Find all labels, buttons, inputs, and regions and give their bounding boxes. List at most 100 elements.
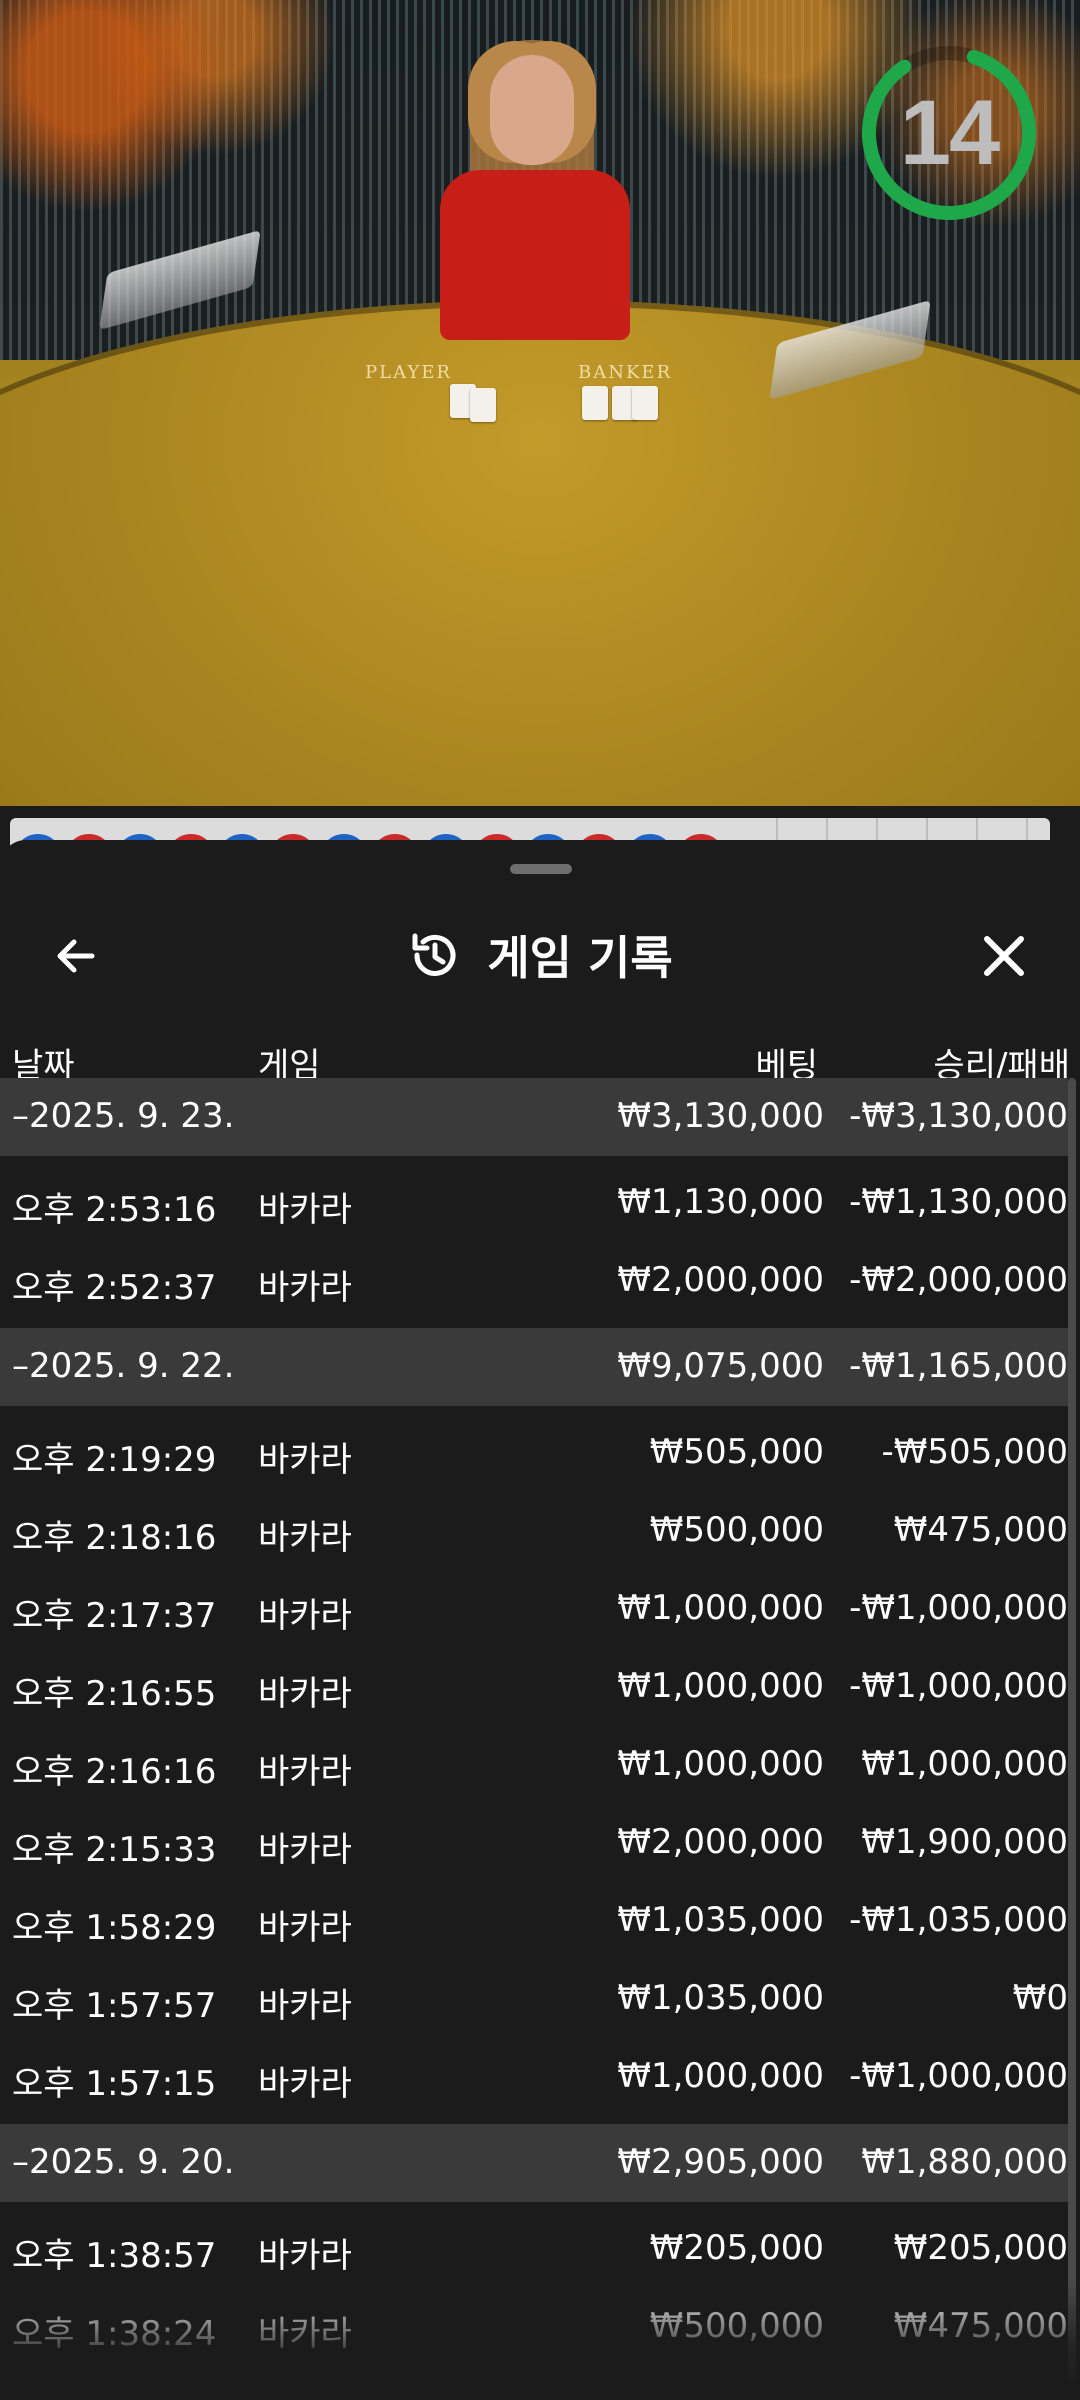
row-time: 오후 2:53:16	[12, 1190, 217, 1230]
row-bet: ₩505,000	[649, 1432, 824, 1472]
banker-card	[582, 386, 608, 420]
group-bet-total: ₩9,075,000	[617, 1346, 824, 1386]
row-result: -₩505,000	[881, 1432, 1069, 1472]
row-game: 바카라	[258, 1674, 352, 1714]
date-group-row[interactable]: –2025. 9. 22. ₩9,075,000 -₩1,165,000	[0, 1328, 1068, 1406]
row-result: ₩475,000	[893, 2306, 1068, 2346]
row-time: 오후 2:16:55	[12, 1674, 217, 1714]
date-group-row[interactable]: –2025. 9. 20. ₩2,905,000 ₩1,880,000	[0, 2124, 1068, 2202]
sheet-header: 게임 기록	[0, 900, 1080, 1010]
row-result: ₩0	[1012, 1978, 1068, 2018]
history-row[interactable]: 오후 1:57:57 바카라 ₩1,035,000 ₩0	[0, 1960, 1068, 2038]
history-row[interactable]: 오후 1:58:29 바카라 ₩1,035,000 -₩1,035,000	[0, 1882, 1068, 1960]
row-result: -₩1,130,000	[849, 1182, 1068, 1222]
history-list[interactable]: –2025. 9. 23. ₩3,130,000 -₩3,130,000 오후 2:5…	[0, 1078, 1068, 2374]
row-time: 오후 1:38:24	[12, 2314, 217, 2354]
row-time: 오후 2:16:16	[12, 1752, 217, 1792]
group-bet-total: ₩2,905,000	[617, 2142, 824, 2182]
date-group-row[interactable]: –2025. 9. 23. ₩3,130,000 -₩3,130,000	[0, 1078, 1068, 1156]
row-game: 바카라	[258, 2064, 352, 2104]
row-result: ₩1,900,000	[861, 1822, 1068, 1862]
row-result: -₩2,000,000	[849, 1260, 1068, 1300]
group-result-total: ₩1,880,000	[861, 2142, 1068, 2182]
row-bet: ₩500,000	[649, 1510, 824, 1550]
dealer	[440, 170, 630, 340]
row-game: 바카라	[258, 1440, 352, 1480]
group-bet-total: ₩3,130,000	[617, 1096, 824, 1136]
game-history-sheet: 게임 기록 날짜 게임 베팅 승리/패배 –2025. 9. 23. ₩3,130…	[0, 840, 1080, 2400]
row-time: 오후 2:19:29	[12, 1440, 217, 1480]
row-bet: ₩500,000	[649, 2306, 824, 2346]
history-row[interactable]: 오후 2:18:16 바카라 ₩500,000 ₩475,000	[0, 1492, 1068, 1570]
sheet-title: 게임 기록	[487, 931, 673, 985]
row-time: 오후 2:15:33	[12, 1830, 217, 1870]
history-row[interactable]: 오후 2:16:55 바카라 ₩1,000,000 -₩1,000,000	[0, 1648, 1068, 1726]
row-bet: ₩2,000,000	[617, 1822, 824, 1862]
back-button[interactable]	[40, 920, 112, 992]
history-row[interactable]: 오후 2:53:16 바카라 ₩1,130,000 -₩1,130,000	[0, 1164, 1068, 1242]
row-time: 오후 2:18:16	[12, 1518, 217, 1558]
history-row[interactable]: 오후 2:15:33 바카라 ₩2,000,000 ₩1,900,000	[0, 1804, 1068, 1882]
history-row[interactable]: 오후 2:16:16 바카라 ₩1,000,000 ₩1,000,000	[0, 1726, 1068, 1804]
row-game: 바카라	[258, 1986, 352, 2026]
row-bet: ₩2,000,000	[617, 1260, 824, 1300]
row-bet: ₩1,035,000	[617, 1900, 824, 1940]
row-game: 바카라	[258, 1596, 352, 1636]
row-time: 오후 1:38:57	[12, 2236, 217, 2276]
history-row[interactable]: 오후 2:17:37 바카라 ₩1,000,000 -₩1,000,000	[0, 1570, 1068, 1648]
row-game: 바카라	[258, 1268, 352, 1308]
history-row[interactable]: 오후 1:38:57 바카라 ₩205,000 ₩205,000	[0, 2210, 1068, 2288]
row-result: -₩1,000,000	[849, 1588, 1068, 1628]
history-row[interactable]: 오후 1:38:24 바카라 ₩500,000 ₩475,000	[0, 2288, 1068, 2366]
group-date: –2025. 9. 23.	[12, 1096, 235, 1136]
row-game: 바카라	[258, 1752, 352, 1792]
row-bet: ₩1,035,000	[617, 1978, 824, 2018]
row-time: 오후 1:57:57	[12, 1986, 217, 2026]
group-date: –2025. 9. 20.	[12, 2142, 235, 2182]
group-date: –2025. 9. 22.	[12, 1346, 235, 1386]
row-game: 바카라	[258, 2236, 352, 2276]
banker-card	[632, 386, 658, 420]
history-row[interactable]: 오후 2:19:29 바카라 ₩505,000 -₩505,000	[0, 1414, 1068, 1492]
arrow-left-icon	[57, 939, 95, 973]
baccarat-table	[0, 300, 1080, 806]
row-game: 바카라	[258, 1908, 352, 1948]
close-button[interactable]	[968, 920, 1040, 992]
row-result: ₩205,000	[893, 2228, 1068, 2268]
group-result-total: -₩3,130,000	[849, 1096, 1068, 1136]
row-time: 오후 1:57:15	[12, 2064, 217, 2104]
group-result-total: -₩1,165,000	[849, 1346, 1068, 1386]
row-game: 바카라	[258, 1518, 352, 1558]
row-bet: ₩1,130,000	[617, 1182, 824, 1222]
row-bet: ₩1,000,000	[617, 1744, 824, 1784]
live-video: PLAYER BANKER 14	[0, 0, 1080, 806]
history-row[interactable]: 오후 1:57:15 바카라 ₩1,000,000 -₩1,000,000	[0, 2038, 1068, 2116]
dealer-head	[490, 55, 574, 165]
scrollbar[interactable]	[1068, 1078, 1076, 2378]
timer-value: 14	[899, 81, 1000, 184]
row-bet: ₩1,000,000	[617, 1666, 824, 1706]
drag-handle[interactable]	[510, 864, 572, 874]
row-result: ₩1,000,000	[861, 1744, 1068, 1784]
table-label-player: PLAYER	[365, 362, 452, 383]
row-bet: ₩1,000,000	[617, 1588, 824, 1628]
row-game: 바카라	[258, 1190, 352, 1230]
row-game: 바카라	[258, 2314, 352, 2354]
row-bet: ₩205,000	[649, 2228, 824, 2268]
row-time: 오후 2:17:37	[12, 1596, 217, 1636]
row-result: ₩475,000	[893, 1510, 1068, 1550]
row-game: 바카라	[258, 1830, 352, 1870]
row-bet: ₩1,000,000	[617, 2056, 824, 2096]
row-time: 오후 1:58:29	[12, 1908, 217, 1948]
table-label-banker: BANKER	[578, 362, 673, 383]
history-icon	[412, 933, 456, 976]
row-result: -₩1,000,000	[849, 2056, 1068, 2096]
row-result: -₩1,035,000	[849, 1900, 1068, 1940]
history-row[interactable]: 오후 2:52:37 바카라 ₩2,000,000 -₩2,000,000	[0, 1242, 1068, 1320]
